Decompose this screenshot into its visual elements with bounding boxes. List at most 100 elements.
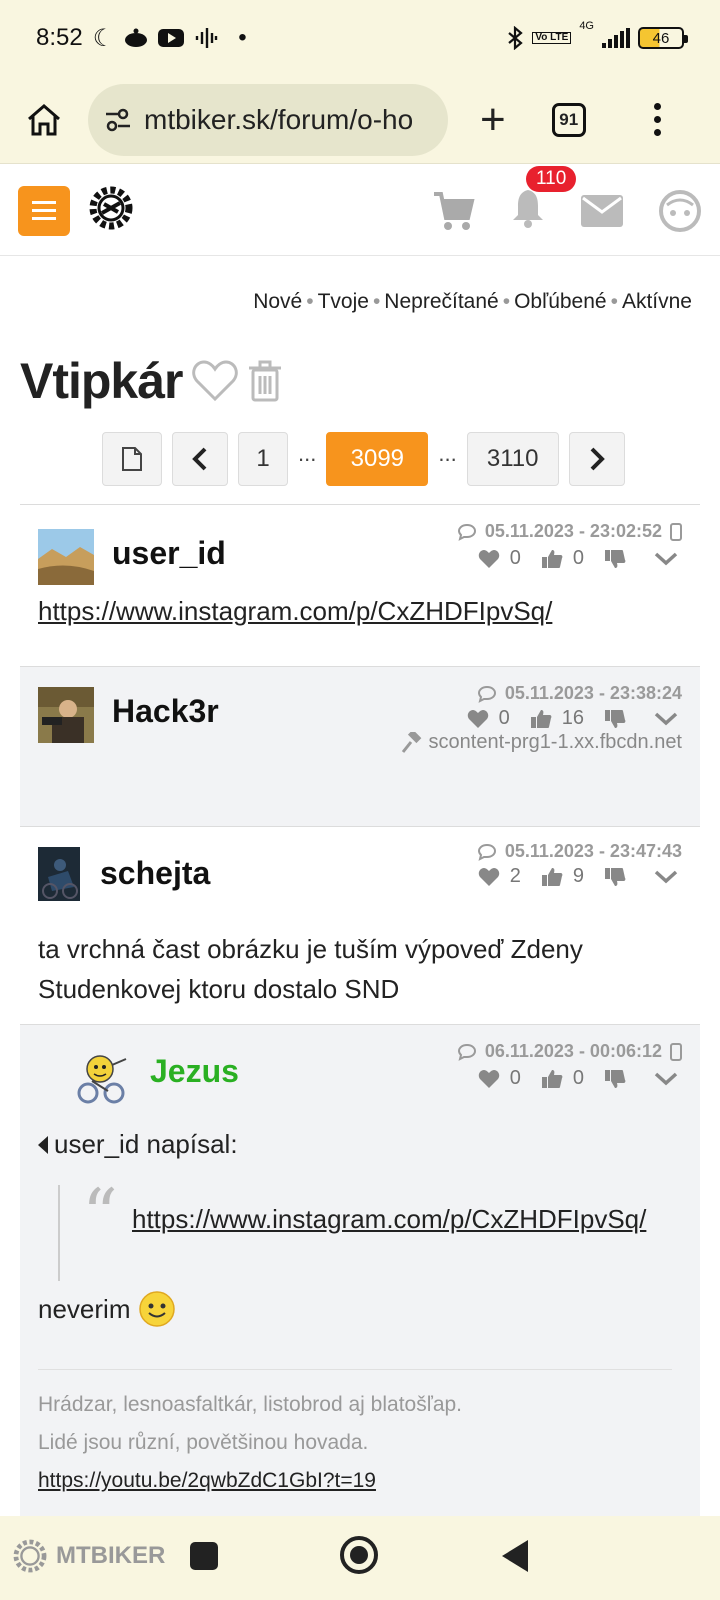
nav-link-neprecitane[interactable]: Neprečítané (384, 290, 498, 313)
heart-outline-icon[interactable] (191, 359, 239, 403)
forum-post: Hack3r 05.11.2023 - 23:38:24 0 16 sconte… (20, 666, 700, 826)
battery-level: 46 (652, 29, 670, 47)
hamburger-menu-button[interactable] (18, 185, 70, 236)
volte-badge: Vo LTE (532, 32, 572, 44)
avatar[interactable] (72, 1045, 132, 1105)
site-settings-icon[interactable] (104, 106, 132, 134)
like-count: 2 (509, 865, 521, 887)
nav-link-nove[interactable]: Nové (253, 290, 302, 313)
post-username[interactable]: Hack3r (112, 693, 219, 730)
post-actions: 0 16 (447, 707, 678, 730)
post-username[interactable]: schejta (100, 855, 210, 892)
notifications-button[interactable]: 110 (510, 166, 577, 233)
trash-icon[interactable] (247, 360, 283, 402)
home-nav-button[interactable] (340, 1536, 378, 1574)
status-icons: ☾ • (93, 24, 247, 53)
more-dot-icon: • (238, 24, 247, 51)
thumbs-down-button[interactable] (604, 867, 626, 887)
thumbs-up-count: 0 (572, 547, 584, 569)
forum-post: schejta 05.11.2023 - 23:47:43 2 9 ta vrc… (20, 826, 700, 1024)
watermark-text: MTBIKER (56, 1542, 166, 1569)
address-bar[interactable]: mtbiker.sk/forum/o-ho (88, 83, 448, 156)
post-link[interactable]: https://www.instagram.com/p/CxZHDFIpvSq/ (38, 596, 552, 626)
forum-filter-nav: Nové • Tvoje • Neprečítané • Obľúbené • Aktívne (253, 290, 692, 313)
thumbs-up-count: 0 (572, 1067, 584, 1089)
post-meta: 06.11.2023 - 00:06:12 (457, 1041, 682, 1062)
forum-post: Jezus 06.11.2023 - 00:06:12 0 0 user_id … (20, 1024, 700, 1516)
post-meta: 05.11.2023 - 23:38:24 (477, 683, 682, 704)
post-reply-text: neverim (38, 1294, 131, 1324)
nav-link-oblubene[interactable]: Obľúbené (514, 290, 607, 313)
nav-link-tvoje[interactable]: Tvoje (318, 290, 369, 313)
caret-left-icon (38, 1135, 48, 1154)
page-current-button[interactable]: 3099 (326, 432, 429, 486)
browser-menu-button[interactable] (653, 103, 661, 136)
thumbs-down-icon (605, 867, 626, 886)
new-tab-button[interactable]: + (480, 97, 506, 142)
forum-post: user_id 05.11.2023 - 23:02:52 0 0 https:… (20, 504, 700, 666)
nav-link-aktivne[interactable]: Aktívne (622, 290, 692, 313)
thumbs-up-icon (541, 867, 563, 886)
avatar[interactable] (38, 529, 94, 585)
document-icon (122, 447, 142, 471)
thumbs-up-button[interactable]: 9 (541, 865, 584, 888)
like-button[interactable]: 0 (478, 1067, 521, 1090)
url-text: mtbiker.sk/forum/o-ho (144, 103, 414, 135)
like-button[interactable]: 2 (478, 865, 521, 888)
expand-button[interactable] (654, 552, 678, 566)
thumbs-down-button[interactable] (604, 709, 626, 729)
pagination: 1 ... 3099 ... 3110 (102, 432, 625, 486)
post-actions: 0 0 (458, 1067, 678, 1090)
page-last-button[interactable]: 3110 (466, 432, 559, 486)
thumbs-up-button[interactable]: 0 (541, 1067, 584, 1090)
expand-button[interactable] (654, 1072, 678, 1086)
post-date: 05.11.2023 - 23:38:24 (504, 683, 682, 703)
post-username[interactable]: user_id (112, 535, 226, 572)
user-avatar-icon[interactable] (658, 189, 702, 233)
cart-icon[interactable] (432, 190, 476, 232)
network-type: 4G (579, 20, 594, 32)
avatar[interactable] (38, 847, 80, 901)
page-jump-button[interactable] (102, 432, 162, 486)
chevron-down-icon (654, 1072, 678, 1085)
comment-icon (457, 523, 476, 541)
chevron-down-icon (654, 552, 678, 565)
watermark: MTBIKER (12, 1538, 165, 1574)
next-page-button[interactable] (568, 432, 625, 486)
image-source: scontent-prg1-1.xx.fbcdn.net (401, 731, 682, 754)
quote-link[interactable]: https://www.instagram.com/p/CxZHDFIpvSq/ (132, 1204, 646, 1234)
back-nav-button[interactable] (500, 1538, 530, 1574)
page-first-button[interactable]: 1 (238, 432, 288, 486)
mtbiker-logo[interactable] (88, 185, 134, 236)
post-date: 05.11.2023 - 23:47:43 (504, 841, 682, 861)
chevron-right-icon (590, 447, 605, 471)
signature-link[interactable]: https://youtu.be/2qwbZdC1GbI?t=19 (38, 1462, 672, 1500)
expand-button[interactable] (654, 712, 678, 726)
recents-button[interactable] (190, 1542, 218, 1570)
like-button[interactable]: 0 (467, 707, 510, 730)
comment-icon (477, 685, 496, 703)
quote-mark-icon: “ (82, 1174, 118, 1256)
thumbs-up-button[interactable]: 0 (541, 547, 584, 570)
post-username[interactable]: Jezus (150, 1053, 239, 1090)
mobile-icon (670, 522, 682, 541)
thread-title-row: Vtipkár (20, 352, 283, 410)
notification-badge: 110 (526, 166, 577, 192)
tab-switcher-button[interactable]: 91 (551, 102, 586, 137)
thumbs-down-button[interactable] (604, 549, 626, 569)
post-body: ta vrchná čast obrázku je tuším výpoveď … (38, 934, 583, 1004)
status-time: 8:52 (36, 24, 83, 51)
like-button[interactable]: 0 (478, 547, 521, 570)
avatar[interactable] (38, 687, 94, 743)
quote-toggle[interactable]: user_id napísal: (38, 1129, 238, 1160)
expand-button[interactable] (654, 870, 678, 884)
thumbs-up-button[interactable]: 16 (530, 707, 584, 730)
home-button[interactable] (24, 100, 64, 140)
prev-page-button[interactable] (172, 432, 228, 486)
mail-icon[interactable] (580, 194, 624, 228)
battery-icon: 46 (638, 27, 688, 49)
thumbs-down-button[interactable] (604, 1069, 626, 1089)
post-date: 06.11.2023 - 00:06:12 (484, 1041, 662, 1061)
heart-icon (478, 867, 499, 886)
heart-icon (478, 549, 499, 568)
